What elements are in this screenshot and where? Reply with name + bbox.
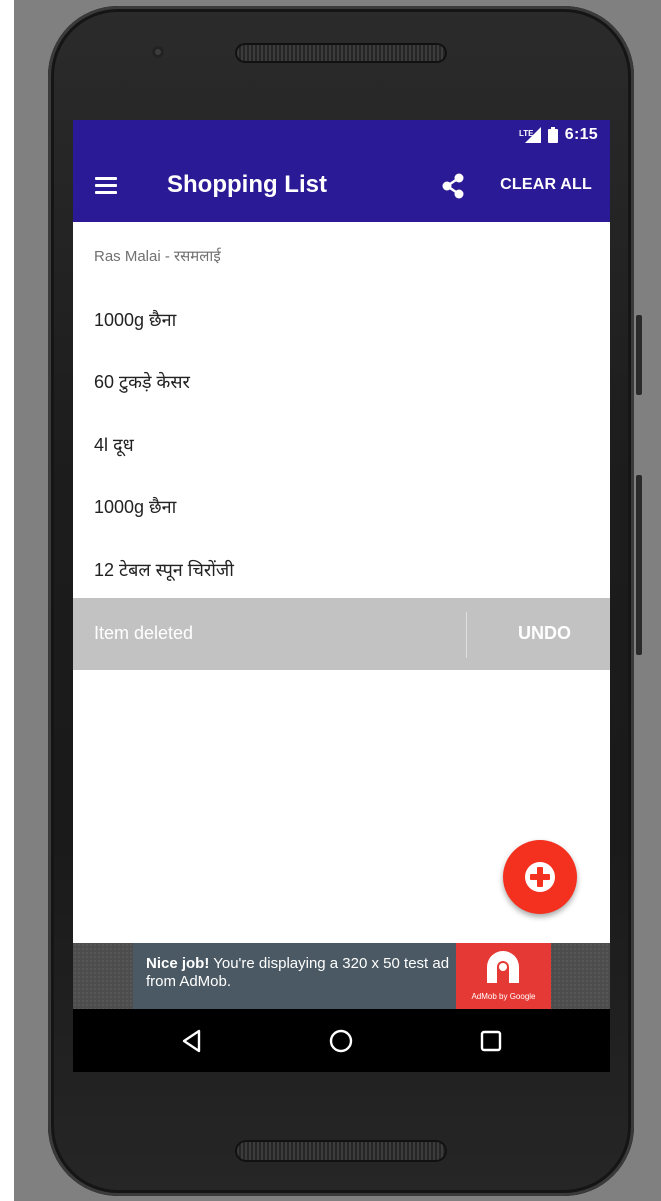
ad-banner[interactable]: Nice job! You're displaying a 320 x 50 t… bbox=[133, 943, 551, 1009]
earpiece-speaker bbox=[235, 43, 447, 63]
front-camera bbox=[152, 46, 164, 58]
undo-button[interactable]: UNDO bbox=[518, 623, 571, 644]
list-item[interactable]: 4l दूध bbox=[94, 433, 134, 457]
list-item[interactable]: 12 टेबल स्पून चिरोंजी bbox=[94, 558, 234, 582]
snackbar: Item deleted UNDO bbox=[73, 598, 610, 670]
background-strip bbox=[0, 0, 14, 1201]
status-bar: LTE 6:15 bbox=[73, 120, 610, 150]
battery-icon bbox=[547, 127, 558, 143]
navigation-bar bbox=[73, 1009, 610, 1072]
power-button bbox=[636, 475, 642, 655]
signal-icon: LTE bbox=[519, 127, 541, 143]
back-triangle-icon[interactable] bbox=[179, 1028, 205, 1054]
menu-icon[interactable] bbox=[95, 177, 117, 194]
list-item[interactable]: 1000g छैना bbox=[94, 308, 176, 332]
snackbar-message: Item deleted bbox=[94, 623, 194, 643]
home-circle-icon[interactable] bbox=[328, 1028, 354, 1054]
app-bar: Shopping List CLEAR ALL bbox=[73, 150, 610, 222]
bottom-speaker bbox=[235, 1140, 447, 1162]
add-icon bbox=[525, 862, 555, 892]
page-title: Shopping List bbox=[167, 171, 327, 198]
clear-all-button[interactable]: CLEAR ALL bbox=[500, 176, 592, 194]
volume-button bbox=[636, 315, 642, 395]
snackbar-divider bbox=[466, 612, 467, 658]
list-item[interactable]: 60 टुकड़े केसर bbox=[94, 370, 190, 394]
admob-caption: AdMob by Google bbox=[471, 992, 536, 1001]
recipe-header: Ras Malai - रसमलाई bbox=[94, 248, 221, 265]
ad-banner-area: Nice job! You're displaying a 320 x 50 t… bbox=[73, 943, 610, 1009]
admob-icon bbox=[487, 951, 519, 983]
svg-text:LTE: LTE bbox=[519, 129, 534, 138]
ad-bold-text: Nice job! bbox=[146, 955, 210, 972]
share-icon[interactable] bbox=[441, 173, 465, 199]
status-time: 6:15 bbox=[564, 126, 598, 143]
recents-square-icon[interactable] bbox=[478, 1028, 504, 1054]
list-item[interactable]: 1000g छैना bbox=[94, 495, 176, 519]
admob-logo: AdMob by Google bbox=[456, 943, 551, 1009]
phone-screen: LTE 6:15 Shopping List CLEAR ALL Ras Mal… bbox=[73, 120, 610, 1072]
add-item-button[interactable] bbox=[503, 840, 577, 914]
ad-text: Nice job! You're displaying a 320 x 50 t… bbox=[146, 955, 451, 991]
